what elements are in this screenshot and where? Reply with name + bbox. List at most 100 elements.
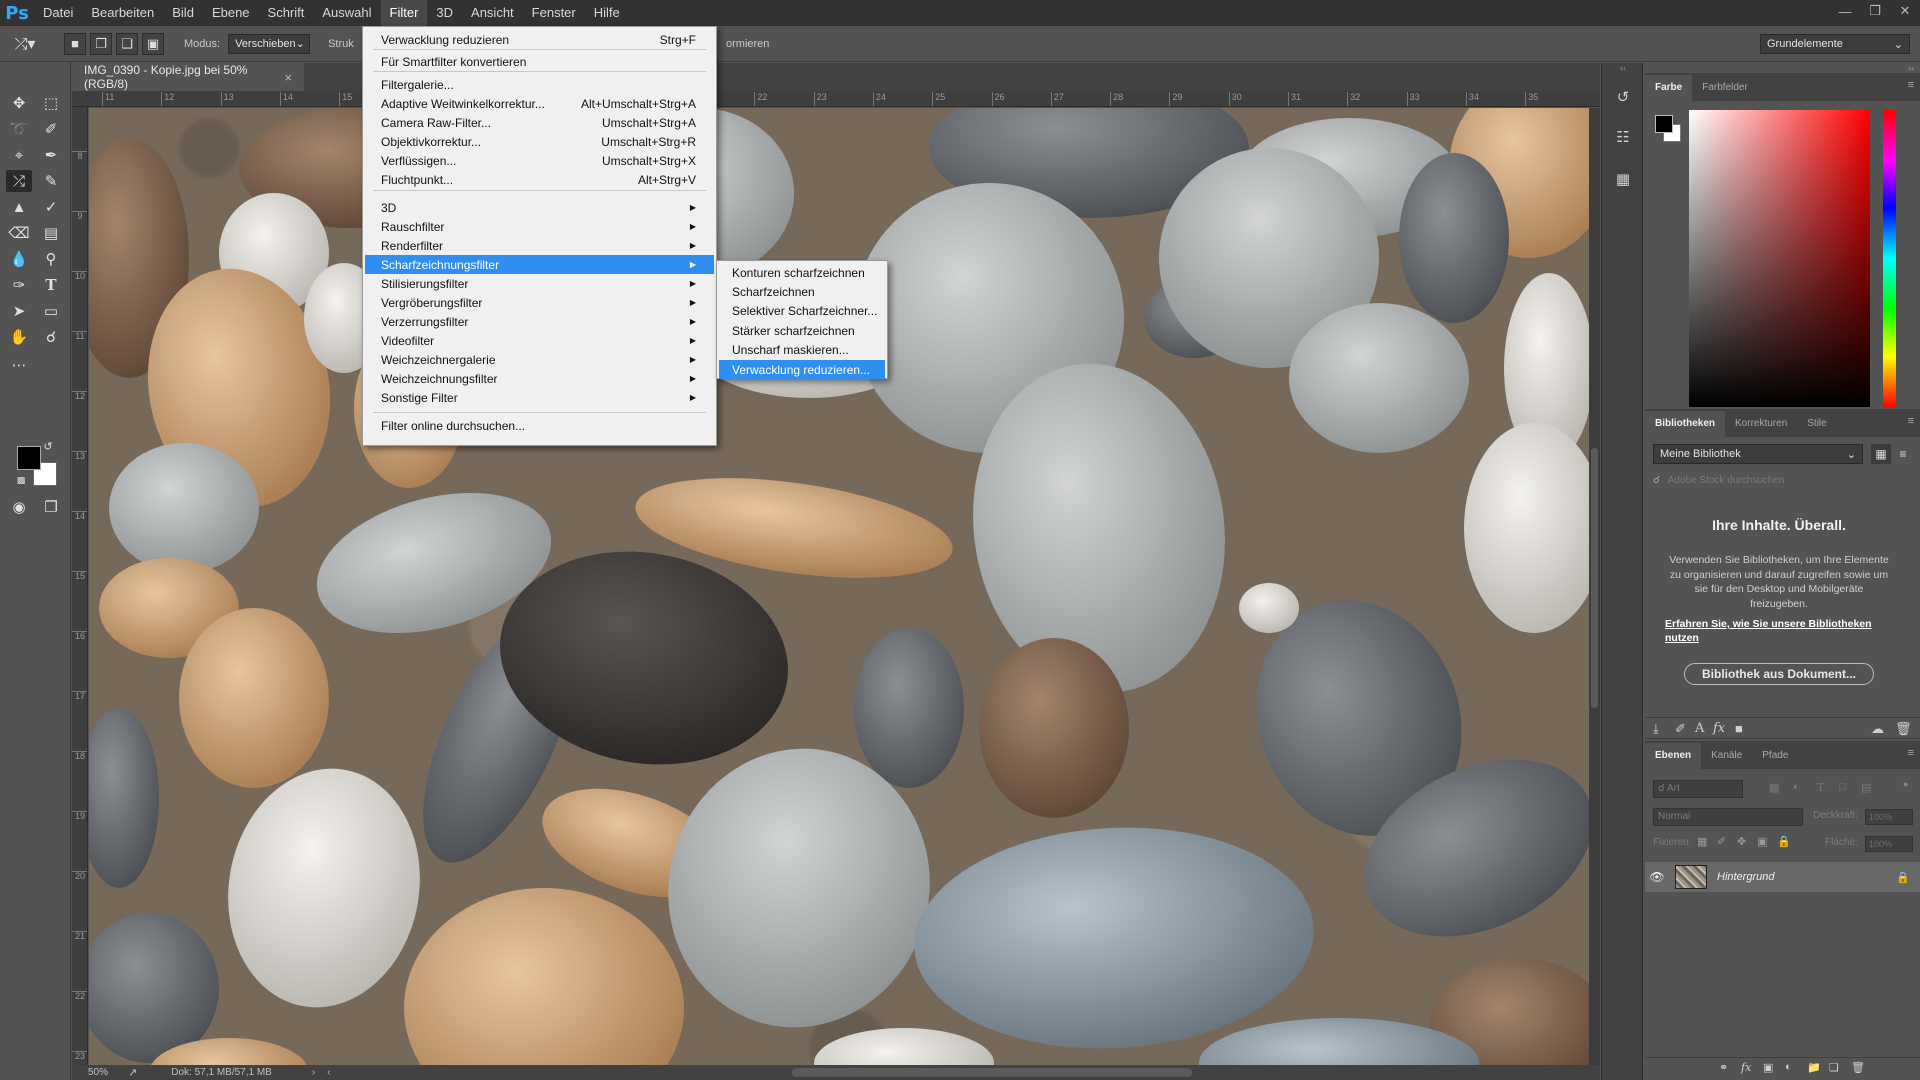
pen-tool-icon[interactable]: ✑ xyxy=(6,274,32,296)
content-aware-move-tool-icon[interactable]: ⤮ xyxy=(6,170,32,192)
library-select[interactable]: Meine Bibliothek ⌄ xyxy=(1653,444,1863,464)
add-mask-icon[interactable]: ▣ xyxy=(1763,1061,1773,1074)
menu-bearbeiten[interactable]: Bearbeiten xyxy=(82,0,163,26)
layer-kind-filter[interactable]: ☌ Art xyxy=(1653,780,1743,798)
menu-schrift[interactable]: Schrift xyxy=(259,0,314,26)
tab-pfade[interactable]: Pfade xyxy=(1752,743,1798,769)
crop-tool-icon[interactable]: ⌖ xyxy=(6,144,32,166)
menu-item-adaptive-weitwinkelkorrektur[interactable]: Adaptive Weitwinkelkorrektur... Alt+Umsch… xyxy=(365,94,714,113)
close-window-icon[interactable]: ✕ xyxy=(1890,0,1920,22)
submenu-item-staerker-scharfzeichnen[interactable]: Stärker scharfzeichnen xyxy=(719,321,885,340)
menu-item-verzerrungsfilter[interactable]: Verzerrungsfilter ▶ xyxy=(365,312,714,331)
menu-ebene[interactable]: Ebene xyxy=(203,0,259,26)
lock-artboard-icon[interactable]: ▣ xyxy=(1757,835,1767,848)
cloud-sync-icon[interactable]: ☁ xyxy=(1871,721,1884,737)
menu-filter[interactable]: Filter xyxy=(380,0,428,26)
submenu-item-scharfzeichnen[interactable]: Scharfzeichnen xyxy=(719,282,885,301)
menu-item-verfluessigen[interactable]: Verflüssigen... Umschalt+Strg+X xyxy=(365,151,714,170)
stock-search[interactable]: ☌ Adobe Stock durchsuchen xyxy=(1653,471,1911,489)
menu-item-verwacklung-reduzieren[interactable]: Verwacklung reduzieren Strg+F xyxy=(365,30,714,49)
menu-datei[interactable]: Datei xyxy=(34,0,82,26)
layer-name[interactable]: Hintergrund xyxy=(1717,871,1896,883)
menu-item-vergroeberungsfilter[interactable]: Vergröberungsfilter ▶ xyxy=(365,293,714,312)
menu-item-3d[interactable]: 3D ▶ xyxy=(365,198,714,217)
color-picker-field[interactable] xyxy=(1689,110,1870,407)
menu-item-videofilter[interactable]: Videofilter ▶ xyxy=(365,331,714,350)
menu-item-filtergalerie[interactable]: Filtergalerie... xyxy=(365,75,714,94)
hand-tool-icon[interactable]: ✋ xyxy=(6,326,32,348)
panel-foreground-swatch[interactable] xyxy=(1655,115,1673,133)
minimize-icon[interactable]: — xyxy=(1830,0,1860,22)
panel-menu-icon[interactable]: ≡ xyxy=(1908,415,1914,427)
menu-item-rauschfilter[interactable]: Rauschfilter ▶ xyxy=(365,217,714,236)
type-tool-icon[interactable]: T xyxy=(38,274,64,296)
add-style-icon[interactable]: fx xyxy=(1713,721,1725,736)
panel-menu-icon[interactable]: ≡ xyxy=(1908,79,1914,91)
menu-item-fuer-smartfilter-konvertieren[interactable]: Für Smartfilter konvertieren xyxy=(365,52,714,71)
libraries-learn-link[interactable]: Erfahren Sie, wie Sie unsere Bibliotheke… xyxy=(1665,617,1893,645)
rectangle-tool-icon[interactable]: ▭ xyxy=(38,300,64,322)
add-selection-icon[interactable]: ❐ xyxy=(90,32,112,55)
filter-smart-object-icon[interactable]: ▤ xyxy=(1861,781,1871,794)
filter-adjustment-icon[interactable]: ◐ xyxy=(1793,781,1800,793)
menu-item-objektivkorrektur[interactable]: Objektivkorrektur... Umschalt+Strg+R xyxy=(365,132,714,151)
status-menu-icon[interactable]: › xyxy=(312,1067,315,1078)
brush-tool-icon[interactable]: ✎ xyxy=(38,170,64,192)
menu-item-weichzeichnungsfilter[interactable]: Weichzeichnungsfilter ▶ xyxy=(365,369,714,388)
visibility-eye-icon[interactable]: 👁 xyxy=(1645,870,1669,884)
submenu-item-verwacklung-reduzieren[interactable]: Verwacklung reduzieren... xyxy=(719,360,885,379)
swap-colors-icon[interactable]: ↺ xyxy=(40,439,56,453)
new-layer-icon[interactable]: ❏ xyxy=(1829,1061,1839,1074)
dodge-tool-icon[interactable]: ⚲ xyxy=(38,248,64,270)
workspace-select[interactable]: Grundelemente ⌄ xyxy=(1760,34,1910,54)
history-panel-icon[interactable]: ↺ xyxy=(1611,85,1635,109)
mode-select[interactable]: Verschieben ⌄ xyxy=(228,33,311,54)
panel-menu-icon[interactable]: ≡ xyxy=(1908,747,1914,759)
new-selection-icon[interactable]: ■ xyxy=(64,32,86,55)
intersect-selection-icon[interactable]: ▣ xyxy=(142,32,164,55)
menu-item-scharfzeichnungsfilter[interactable]: Scharfzeichnungsfilter ▶ xyxy=(365,255,714,274)
filter-shape-icon[interactable]: □ xyxy=(1839,781,1846,793)
tab-farbfelder[interactable]: Farbfelder xyxy=(1692,75,1758,101)
layer-style-icon[interactable]: fx xyxy=(1741,1061,1751,1074)
move-tool-icon[interactable]: ✥ xyxy=(6,92,32,114)
scroll-left-icon[interactable]: ‹ xyxy=(327,1067,330,1078)
horizontal-scroll-thumb[interactable] xyxy=(792,1068,1192,1077)
tab-korrekturen[interactable]: Korrekturen xyxy=(1725,411,1797,437)
opacity-input[interactable]: 100% xyxy=(1865,809,1913,825)
trash-icon[interactable]: 🗑 xyxy=(1895,721,1912,737)
lock-transparent-icon[interactable]: ▦ xyxy=(1697,835,1707,848)
tab-kanaele[interactable]: Kanäle xyxy=(1701,743,1752,769)
properties-panel-icon[interactable]: ☷ xyxy=(1611,125,1635,149)
menu-item-sonstige-filter[interactable]: Sonstige Filter ▶ xyxy=(365,388,714,407)
tab-stile[interactable]: Stile xyxy=(1797,411,1836,437)
vertical-scrollbar[interactable] xyxy=(1589,108,1600,1065)
layer-row[interactable]: 👁 Hintergrund 🔒 xyxy=(1645,862,1920,892)
add-color-icon[interactable]: ■ xyxy=(1735,721,1743,736)
export-icon[interactable]: ↗ xyxy=(128,1066,137,1079)
path-selection-tool-icon[interactable]: ➤ xyxy=(6,300,32,322)
tab-farbe[interactable]: Farbe xyxy=(1645,75,1693,101)
document-tab[interactable]: IMG_0390 - Kopie.jpg bei 50% (RGB/8) × xyxy=(72,63,304,91)
link-layers-icon[interactable]: ⚭ xyxy=(1719,1061,1728,1074)
edit-toolbar-icon[interactable]: ⋯ xyxy=(6,354,32,376)
filter-toggle-icon[interactable]: ● xyxy=(1903,779,1908,789)
menu-auswahl[interactable]: Auswahl xyxy=(313,0,380,26)
lock-all-icon[interactable]: 🔒 xyxy=(1777,835,1791,848)
lock-position-icon[interactable]: ✥ xyxy=(1737,835,1746,848)
quick-mask-icon[interactable]: ◉ xyxy=(6,496,32,518)
filter-type-icon[interactable]: T xyxy=(1817,781,1824,794)
menu-bild[interactable]: Bild xyxy=(163,0,203,26)
submenu-item-selektiver-scharfzeichner[interactable]: Selektiver Scharfzeichner... xyxy=(719,302,885,321)
collapse-dock-icon[interactable]: ‹‹ xyxy=(1602,63,1644,73)
submenu-item-konturen-scharfzeichnen[interactable]: Konturen scharfzeichnen xyxy=(719,263,885,282)
subtract-selection-icon[interactable]: ❏ xyxy=(116,32,138,55)
gradient-tool-icon[interactable]: ▤ xyxy=(38,222,64,244)
hue-slider[interactable] xyxy=(1883,110,1896,407)
marquee-tool-icon[interactable]: ⬚ xyxy=(38,92,64,114)
menu-item-fluchtpunkt[interactable]: Fluchtpunkt... Alt+Strg+V xyxy=(365,170,714,189)
close-icon[interactable]: × xyxy=(284,70,292,85)
menu-item-weichzeichnergalerie[interactable]: Weichzeichnergalerie ▶ xyxy=(365,350,714,369)
library-from-document-button[interactable]: Bibliothek aus Dokument... xyxy=(1684,663,1874,685)
blend-mode-select[interactable]: Normal xyxy=(1653,808,1803,826)
